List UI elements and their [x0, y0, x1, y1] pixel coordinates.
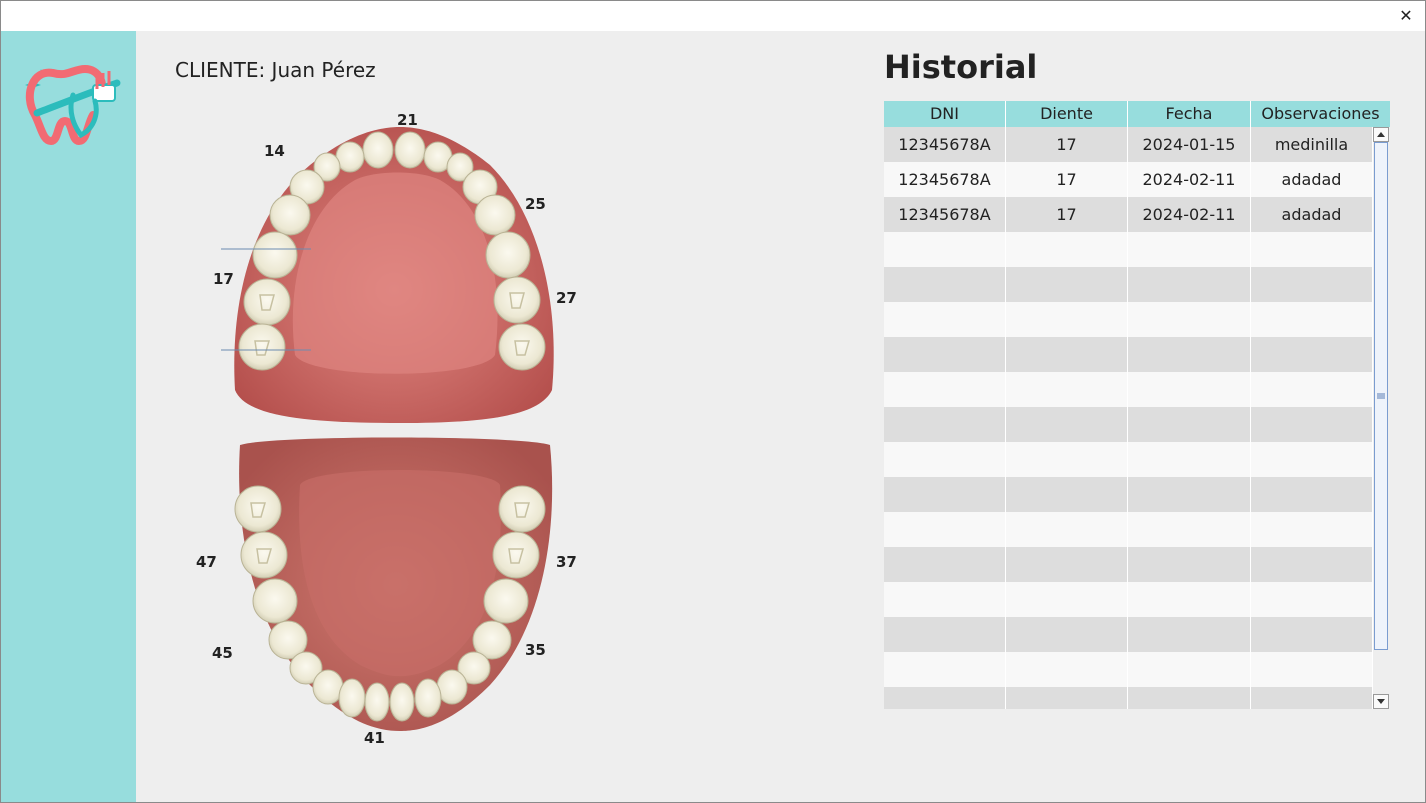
tooth-number: 35 [525, 641, 546, 659]
cell-diente: 17 [1006, 197, 1128, 232]
grip-icon [1377, 393, 1385, 399]
empty-row [884, 232, 1373, 267]
scroll-down-button[interactable] [1373, 694, 1389, 709]
empty-row [884, 547, 1373, 582]
tooth-number: 47 [196, 553, 217, 571]
cell-fecha: 2024-01-15 [1128, 127, 1251, 162]
empty-row [884, 477, 1373, 512]
close-icon: ✕ [1399, 8, 1413, 25]
table-row[interactable]: 12345678A 17 2024-02-11 adadad [884, 197, 1373, 232]
empty-row [884, 652, 1373, 687]
empty-row [884, 617, 1373, 652]
cell-dni: 12345678A [884, 162, 1006, 197]
empty-row [884, 302, 1373, 337]
empty-row [884, 512, 1373, 547]
vertical-scrollbar[interactable] [1373, 127, 1390, 709]
column-header-observaciones[interactable]: Observaciones [1251, 101, 1390, 127]
tooth-number: 17 [213, 270, 234, 288]
cell-dni: 12345678A [884, 197, 1006, 232]
cell-diente: 17 [1006, 162, 1128, 197]
history-table: DNI Diente Fecha Observaciones 12345678A… [884, 101, 1390, 709]
empty-row [884, 337, 1373, 372]
cell-observaciones: adadad [1251, 162, 1373, 197]
empty-row [884, 267, 1373, 302]
cell-observaciones: medinilla [1251, 127, 1373, 162]
scroll-thumb[interactable] [1374, 142, 1388, 650]
empty-row [884, 442, 1373, 477]
tooth-number: 27 [556, 289, 577, 307]
empty-row [884, 407, 1373, 442]
tooth-number: 41 [364, 729, 385, 747]
client-name-label: CLIENTE: Juan Pérez [175, 58, 376, 82]
title-bar: ✕ [1, 1, 1425, 31]
cell-diente: 17 [1006, 127, 1128, 162]
cell-dni: 12345678A [884, 127, 1006, 162]
arrow-down-icon [1377, 699, 1385, 704]
tooth-number: 37 [556, 553, 577, 571]
dental-logo [25, 64, 121, 146]
column-header-fecha[interactable]: Fecha [1128, 101, 1251, 127]
table-row[interactable]: 12345678A 17 2024-01-15 medinilla [884, 127, 1373, 162]
tooth-number: 25 [525, 195, 546, 213]
tooth-number: 21 [397, 111, 418, 129]
table-body: 12345678A 17 2024-01-15 medinilla 123456… [884, 127, 1373, 709]
empty-row [884, 372, 1373, 407]
tooth-number: 14 [264, 142, 285, 160]
odontogram [221, 127, 554, 731]
cell-fecha: 2024-02-11 [1128, 162, 1251, 197]
empty-row [884, 687, 1373, 709]
column-header-diente[interactable]: Diente [1006, 101, 1128, 127]
sidebar [1, 31, 136, 802]
table-row[interactable]: 12345678A 17 2024-02-11 adadad [884, 162, 1373, 197]
tooth-number: 45 [212, 644, 233, 662]
table-header: DNI Diente Fecha Observaciones [884, 101, 1390, 127]
empty-row [884, 582, 1373, 617]
cell-observaciones: adadad [1251, 197, 1373, 232]
history-title: Historial [884, 48, 1038, 86]
column-header-dni[interactable]: DNI [884, 101, 1006, 127]
scroll-up-button[interactable] [1373, 127, 1389, 142]
close-button[interactable]: ✕ [1395, 5, 1417, 27]
cell-fecha: 2024-02-11 [1128, 197, 1251, 232]
arrow-up-icon [1377, 132, 1385, 137]
